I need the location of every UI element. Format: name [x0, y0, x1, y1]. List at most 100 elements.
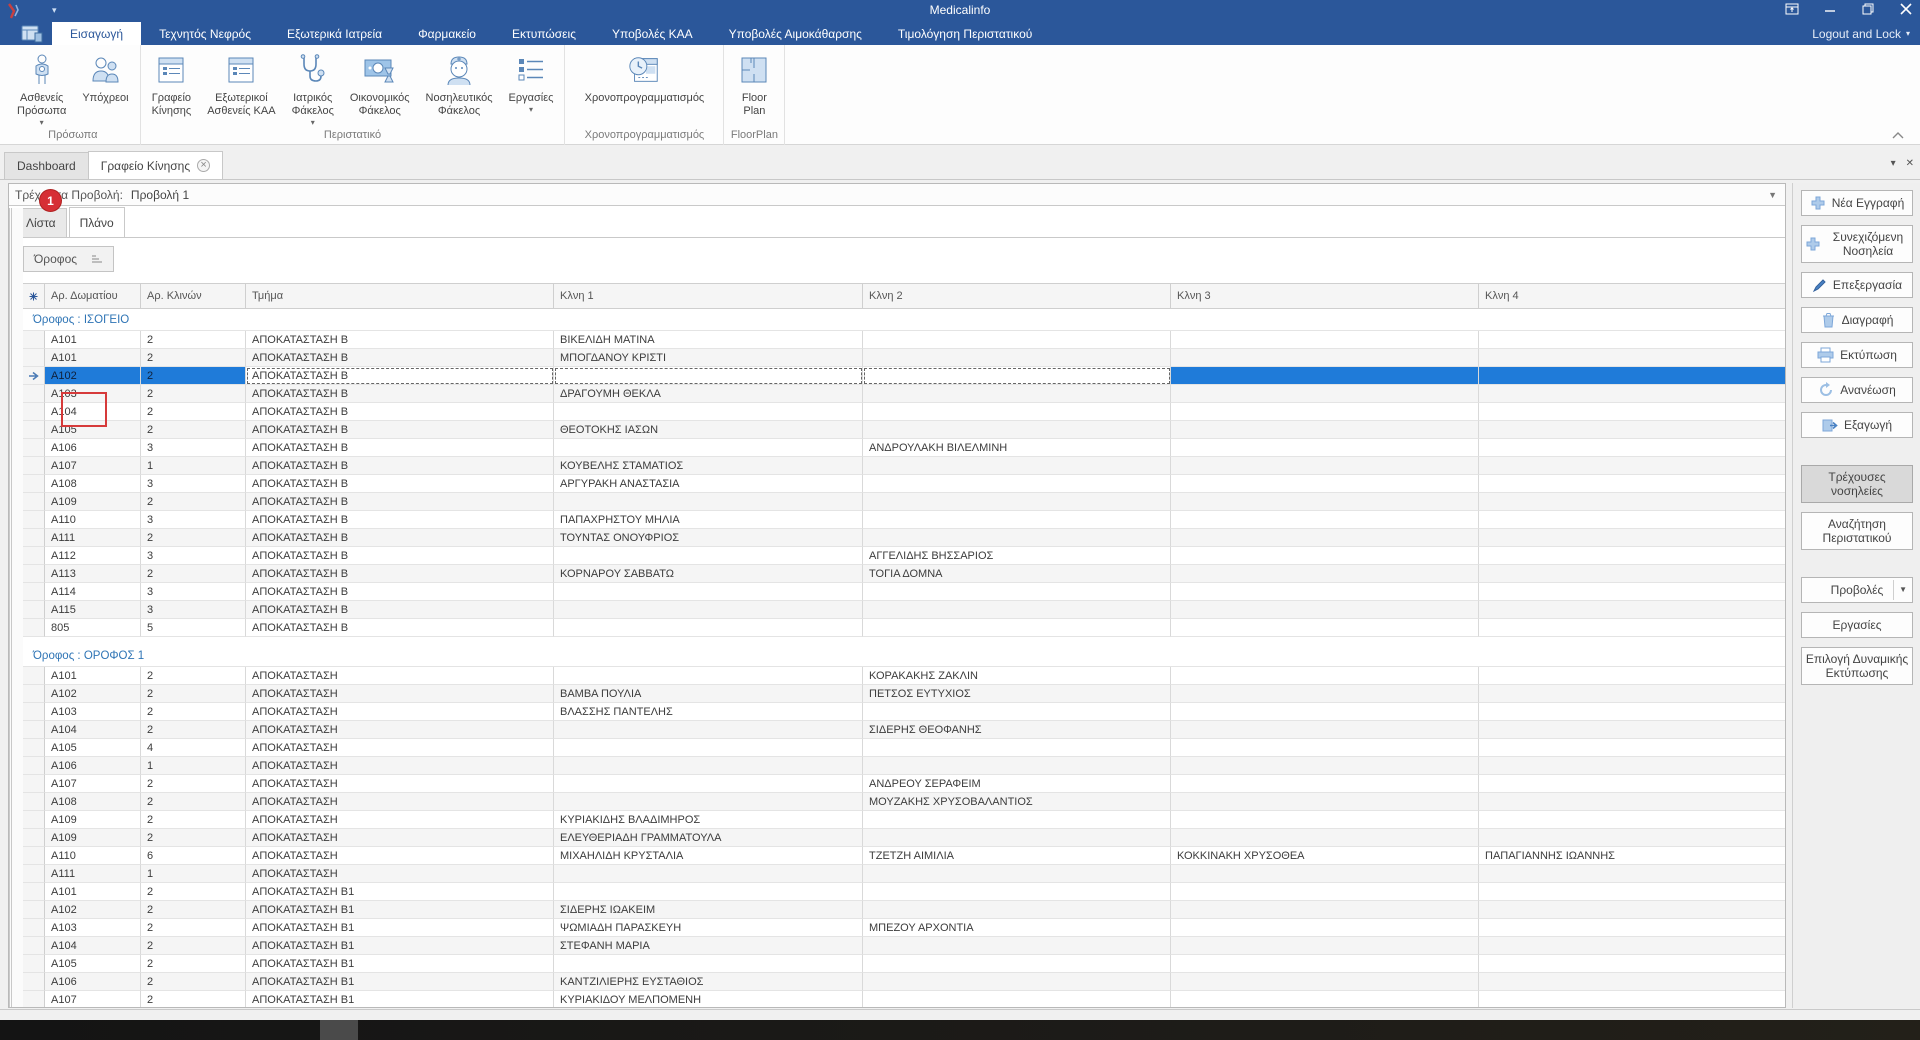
grid-cell[interactable]: [1171, 667, 1479, 685]
ribbon-tab-Τιμολόγηση Περιστατικού[interactable]: Τιμολόγηση Περιστατικού: [880, 22, 1050, 45]
table-row[interactable]: A1072ΑΠΟΚΑΤΑΣΤΑΣΗΑΝΔΡΕΟΥ ΣΕΡΑΦΕΙΜ: [23, 775, 1786, 793]
grid-cell[interactable]: [863, 457, 1171, 475]
grid-cell[interactable]: [1479, 511, 1786, 529]
grid-cell[interactable]: [863, 331, 1171, 349]
group-row[interactable]: Όροφος : ΟΡΟΦΟΣ 1: [23, 645, 1786, 667]
grid-cell[interactable]: [1171, 865, 1479, 883]
grid-cell[interactable]: 1: [141, 457, 246, 475]
grid-cell[interactable]: [1171, 757, 1479, 775]
ribbon-tab-Εκτυπώσεις[interactable]: Εκτυπώσεις: [494, 22, 594, 45]
sidebar-button-Τρέχουσες νοσηλείες[interactable]: Τρέχουσες νοσηλείες: [1801, 465, 1913, 503]
grid-cell[interactable]: ΔΡΑΓΟΥΜΗ ΘΕΚΛΑ: [554, 385, 863, 403]
grid-cell[interactable]: [1171, 937, 1479, 955]
grid-cell[interactable]: [1171, 457, 1479, 475]
grid-cell[interactable]: ΑΠΟΚΑΤΑΣΤΑΣΗ Β: [246, 349, 554, 367]
grid-cell[interactable]: 2: [141, 349, 246, 367]
grid-cell[interactable]: ΑΠΟΚΑΤΑΣΤΑΣΗ Β: [246, 439, 554, 457]
grid-cell[interactable]: 3: [141, 439, 246, 457]
grid-cell[interactable]: [1171, 529, 1479, 547]
grid-cell[interactable]: ΑΠΟΚΑΤΑΣΤΑΣΗ: [246, 829, 554, 847]
sidebar-button-Ανανέωση[interactable]: Ανανέωση: [1801, 377, 1913, 403]
grid-cell[interactable]: ΑΠΟΚΑΤΑΣΤΑΣΗ: [246, 667, 554, 685]
table-row[interactable]: A1042ΑΠΟΚΑΤΑΣΤΑΣΗ Β1ΣΤΕΦΑΝΗ ΜΑΡΙΑ: [23, 937, 1786, 955]
file-menu-icon[interactable]: [12, 22, 52, 45]
grid-cell[interactable]: A107: [45, 775, 141, 793]
grid-cell[interactable]: [863, 601, 1171, 619]
ribbon-button-Νοσηλευτικός-Φάκελος[interactable]: Νοσηλευτικός Φάκελος: [419, 49, 500, 118]
grid-cell[interactable]: ΑΠΟΚΑΤΑΣΤΑΣΗ Β: [246, 547, 554, 565]
grid-cell[interactable]: ΑΠΟΚΑΤΑΣΤΑΣΗ: [246, 757, 554, 775]
grid-cell[interactable]: A111: [45, 529, 141, 547]
table-row[interactable]: A1022ΑΠΟΚΑΤΑΣΤΑΣΗ Β: [23, 367, 1786, 385]
grid-cell[interactable]: [1479, 775, 1786, 793]
table-row[interactable]: A1112ΑΠΟΚΑΤΑΣΤΑΣΗ ΒΤΟΥΝΤΑΣ ΟΝΟΥΦΡΙΟΣ: [23, 529, 1786, 547]
grid-cell[interactable]: [554, 367, 863, 385]
grid-cell[interactable]: 6: [141, 847, 246, 865]
grid-cell[interactable]: [1479, 349, 1786, 367]
sidebar-button-Αναζήτηση Περιστατικού[interactable]: Αναζήτηση Περιστατικού: [1801, 512, 1913, 550]
grid-cell[interactable]: ΑΠΟΚΑΤΑΣΤΑΣΗ Β: [246, 529, 554, 547]
grid-cell[interactable]: 2: [141, 775, 246, 793]
grid-cell[interactable]: A105: [45, 739, 141, 757]
table-row[interactable]: A1022ΑΠΟΚΑΤΑΣΤΑΣΗΒΑΜΒΑ ΠΟΥΛΙΑΠΕΤΣΟΣ ΕΥΤΥ…: [23, 685, 1786, 703]
ribbon-tab-Εισαγωγή[interactable]: Εισαγωγή: [52, 22, 141, 45]
grid-cell[interactable]: ΑΠΟΚΑΤΑΣΤΑΣΗ: [246, 793, 554, 811]
grid-cell[interactable]: [1479, 565, 1786, 583]
grid-cell[interactable]: [1479, 583, 1786, 601]
grid-cell[interactable]: 2: [141, 565, 246, 583]
grid-cell[interactable]: [554, 583, 863, 601]
ribbon-button-Υπόχρεοι[interactable]: Υπόχρεοι: [75, 49, 135, 105]
grid-cell[interactable]: [1171, 721, 1479, 739]
grid-cell[interactable]: [554, 439, 863, 457]
grid-cell[interactable]: ΒΛΑΣΣΗΣ ΠΑΝΤΕΛΗΣ: [554, 703, 863, 721]
grid-cell[interactable]: ΑΠΟΚΑΤΑΣΤΑΣΗ: [246, 865, 554, 883]
grid-cell[interactable]: ΜΟΥΖΑΚΗΣ ΧΡΥΣΟΒΑΛΑΝΤΙΟΣ: [863, 793, 1171, 811]
grid-cell[interactable]: A110: [45, 847, 141, 865]
grid-cell[interactable]: 2: [141, 937, 246, 955]
grid-cell[interactable]: ΣΙΔΕΡΗΣ ΘΕΟΦΑΝΗΣ: [863, 721, 1171, 739]
ribbon-button-Γραφείο-Κίνησης[interactable]: Γραφείο Κίνησης: [145, 49, 199, 118]
table-row[interactable]: A1054ΑΠΟΚΑΤΑΣΤΑΣΗ: [23, 739, 1786, 757]
grid-cell[interactable]: [863, 703, 1171, 721]
grid-cell[interactable]: ΑΠΟΚΑΤΑΣΤΑΣΗ Β: [246, 565, 554, 583]
grid-cell[interactable]: A102: [45, 367, 141, 385]
grid-cell[interactable]: A113: [45, 565, 141, 583]
grid-cell[interactable]: A101: [45, 883, 141, 901]
grid-cell[interactable]: ΑΠΟΚΑΤΑΣΤΑΣΗ: [246, 811, 554, 829]
table-row[interactable]: A1012ΑΠΟΚΑΤΑΣΤΑΣΗΚΟΡΑΚΑΚΗΣ ΖΑΚΛΙΝ: [23, 667, 1786, 685]
grid-cell[interactable]: 3: [141, 511, 246, 529]
row-indicator-header[interactable]: [23, 284, 45, 308]
grid-cell[interactable]: ΒΑΜΒΑ ΠΟΥΛΙΑ: [554, 685, 863, 703]
grid-cell[interactable]: 2: [141, 793, 246, 811]
grid-cell[interactable]: [1479, 439, 1786, 457]
grid-cell[interactable]: ΑΠΟΚΑΤΑΣΤΑΣΗ Β: [246, 331, 554, 349]
grid-cell[interactable]: [1171, 685, 1479, 703]
restore-button[interactable]: [1860, 2, 1876, 16]
grid-cell[interactable]: ΑΠΟΚΑΤΑΣΤΑΣΗ Β1: [246, 973, 554, 991]
sidebar-button-Νέα Εγγραφή[interactable]: Νέα Εγγραφή: [1801, 190, 1913, 216]
grid-cell[interactable]: A101: [45, 349, 141, 367]
ribbon-tab-Εξωτερικά Ιατρεία[interactable]: Εξωτερικά Ιατρεία: [269, 22, 400, 45]
grid-cell[interactable]: [1171, 619, 1479, 637]
grid-cell[interactable]: [1479, 757, 1786, 775]
grid-cell[interactable]: ΑΠΟΚΑΤΑΣΤΑΣΗ Β1: [246, 883, 554, 901]
grid-cell[interactable]: A104: [45, 403, 141, 421]
grid-cell[interactable]: [863, 973, 1171, 991]
grid-cell[interactable]: [554, 793, 863, 811]
grid-cell[interactable]: [1171, 829, 1479, 847]
grid-cell[interactable]: 5: [141, 619, 246, 637]
table-row[interactable]: A1092ΑΠΟΚΑΤΑΣΤΑΣΗ Β: [23, 493, 1786, 511]
grid-cell[interactable]: [863, 475, 1171, 493]
grid-cell[interactable]: 2: [141, 493, 246, 511]
table-row[interactable]: A1042ΑΠΟΚΑΤΑΣΤΑΣΗ Β: [23, 403, 1786, 421]
dropdown-arrow-icon[interactable]: ▼: [1899, 583, 1907, 597]
grid-cell[interactable]: A101: [45, 667, 141, 685]
tab-Πλάνο[interactable]: Πλάνο: [69, 207, 125, 237]
sidebar-button-Επιλογή Δυναμικής Εκτύπωσης[interactable]: Επιλογή Δυναμικής Εκτύπωσης: [1801, 647, 1913, 685]
grid-cell[interactable]: ΣΤΕΦΑΝΗ ΜΑΡΙΑ: [554, 937, 863, 955]
minimize-button[interactable]: [1822, 2, 1838, 16]
grid-cell[interactable]: [863, 865, 1171, 883]
grid-cell[interactable]: [1171, 475, 1479, 493]
group-by-floor-chip[interactable]: Όροφος: [23, 246, 114, 272]
grid-cell[interactable]: A106: [45, 973, 141, 991]
